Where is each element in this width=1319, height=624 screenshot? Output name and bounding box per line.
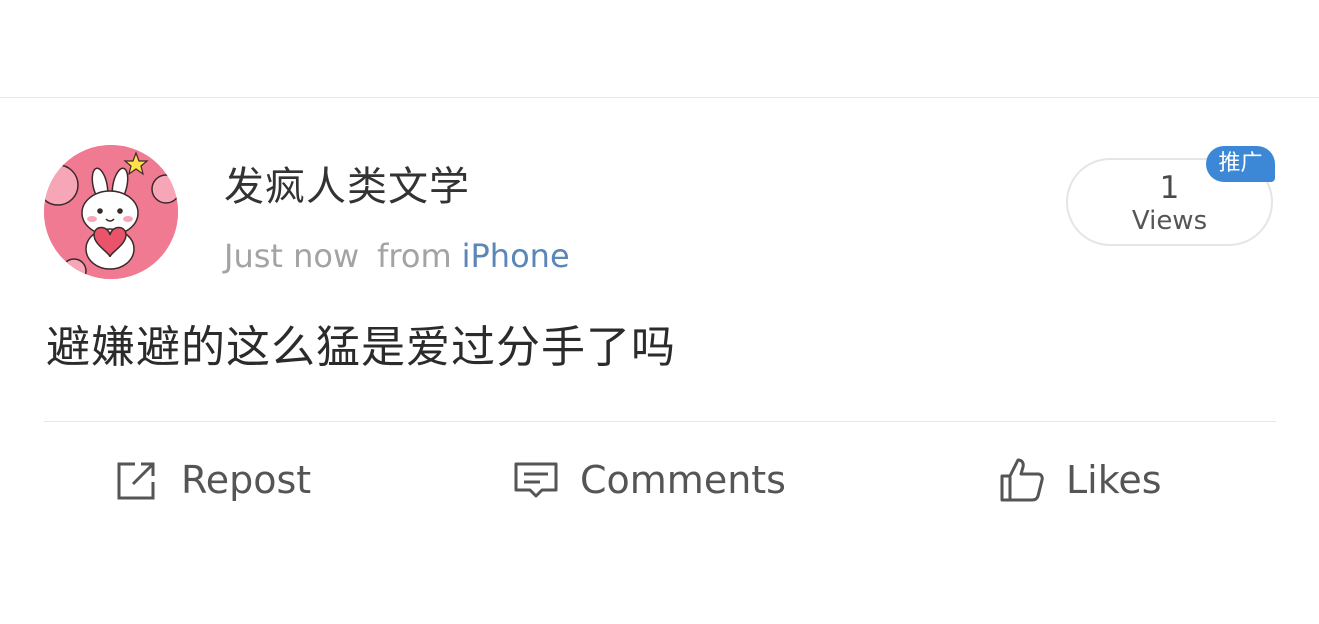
post-card: 发疯人类文学 Just now from iPhone 1 Views 推广 避嫌避… <box>0 0 1319 624</box>
comments-button[interactable]: Comments <box>512 450 786 510</box>
post-text: 避嫌避的这么猛是爱过分手了吗 <box>46 322 676 373</box>
top-divider <box>0 97 1319 98</box>
likes-button[interactable]: Likes <box>998 450 1162 510</box>
post-from-label: from <box>377 237 452 275</box>
post-device-link[interactable]: iPhone <box>462 237 570 275</box>
action-divider <box>44 421 1276 422</box>
comments-label: Comments <box>580 458 786 502</box>
likes-label: Likes <box>1066 458 1162 502</box>
post-time: Just now <box>224 237 360 275</box>
comment-icon <box>512 456 560 504</box>
repost-label: Repost <box>181 458 312 502</box>
repost-icon <box>113 456 161 504</box>
views-label: Views <box>1131 206 1208 236</box>
avatar[interactable] <box>44 145 178 279</box>
promo-badge: 推广 <box>1206 146 1275 182</box>
bunny-avatar-icon <box>44 145 178 279</box>
thumbs-up-icon <box>998 456 1046 504</box>
username[interactable]: 发疯人类文学 <box>224 163 470 211</box>
repost-button[interactable]: Repost <box>113 450 311 510</box>
post-meta: Just now from iPhone <box>224 236 570 276</box>
